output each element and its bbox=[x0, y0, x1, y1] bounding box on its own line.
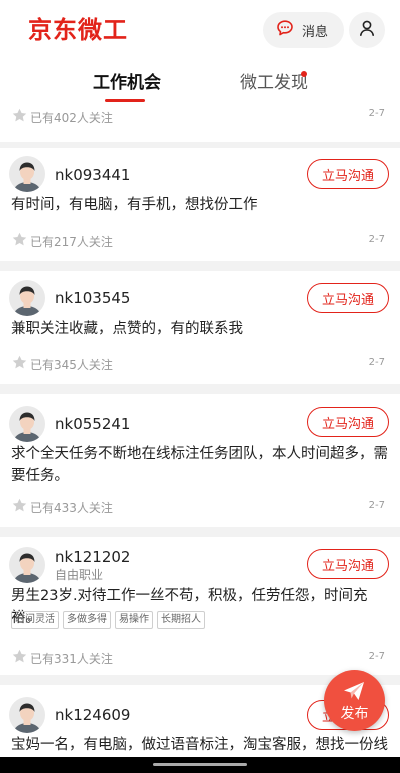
post-card: nk121202 自由职业 立马沟通 男生23岁.对待工作一丝不苟，积极，任劳任… bbox=[0, 537, 400, 675]
top-header: 京东微工 消息 bbox=[0, 0, 400, 60]
app-root: 京东微工 消息 工作机会 微工发现 已有402人关注 2-7 nk093441 … bbox=[0, 0, 400, 773]
avatar-icon bbox=[9, 547, 45, 583]
tag: 时间灵活 bbox=[11, 611, 59, 629]
follow-count[interactable]: 已有345人关注 bbox=[11, 354, 113, 375]
star-icon bbox=[11, 107, 28, 128]
user-icon bbox=[358, 19, 376, 41]
tag-list: 时间灵活 多做多得 易操作 长期招人 bbox=[11, 611, 209, 629]
post-date: 2-7 bbox=[368, 357, 385, 368]
post-date: 2-7 bbox=[368, 651, 385, 662]
system-nav-bar bbox=[0, 757, 400, 773]
avatar-icon bbox=[9, 697, 45, 733]
follow-count[interactable]: 已有217人关注 bbox=[11, 231, 113, 252]
star-icon bbox=[11, 231, 28, 252]
star-icon bbox=[11, 648, 28, 669]
message-label: 消息 bbox=[302, 24, 329, 40]
list-item: 已有402人关注 2-7 bbox=[0, 106, 400, 142]
star-icon bbox=[11, 354, 28, 375]
follow-count[interactable]: 已有331人关注 bbox=[11, 648, 113, 669]
post-card: nk093441 立马沟通 有时间，有电脑，有手机，想找份工作 已有217人关注… bbox=[0, 148, 400, 261]
post-date: 2-7 bbox=[368, 108, 385, 119]
publish-fab-button[interactable]: 发布 bbox=[324, 670, 385, 731]
user-occupation: 自由职业 bbox=[55, 568, 104, 582]
chat-bubble-icon bbox=[276, 19, 294, 41]
notification-dot bbox=[301, 71, 307, 77]
contact-button[interactable]: 立马沟通 bbox=[307, 407, 389, 437]
contact-button[interactable]: 立马沟通 bbox=[307, 549, 389, 579]
active-tab-indicator bbox=[105, 99, 145, 102]
follow-count[interactable]: 已有433人关注 bbox=[11, 497, 113, 518]
username: nk093441 bbox=[55, 166, 131, 184]
tab-bar: 工作机会 微工发现 bbox=[0, 60, 400, 106]
username: nk121202 bbox=[55, 548, 131, 566]
message-button[interactable]: 消息 bbox=[263, 12, 344, 48]
avatar-icon bbox=[9, 280, 45, 316]
tag: 多做多得 bbox=[63, 611, 111, 629]
username: nk055241 bbox=[55, 415, 131, 433]
contact-button[interactable]: 立马沟通 bbox=[307, 159, 389, 189]
star-icon bbox=[11, 497, 28, 518]
post-description: 宝妈一名，有电脑，做过语音标注，淘宝客服，想找一份线 bbox=[11, 737, 388, 753]
username: nk103545 bbox=[55, 289, 131, 307]
tag: 长期招人 bbox=[157, 611, 205, 629]
home-indicator[interactable] bbox=[153, 763, 247, 766]
username: nk124609 bbox=[55, 706, 131, 724]
contact-button[interactable]: 立马沟通 bbox=[307, 283, 389, 313]
avatar-icon bbox=[9, 156, 45, 192]
user-button[interactable] bbox=[349, 12, 385, 48]
post-card: nk103545 立马沟通 兼职关注收藏，点赞的，有的联系我 已有345人关注 … bbox=[0, 271, 400, 384]
tab-job-opportunities[interactable]: 工作机会 bbox=[93, 72, 161, 94]
post-date: 2-7 bbox=[368, 500, 385, 511]
post-description: 兼职关注收藏，点赞的，有的联系我 bbox=[11, 321, 243, 337]
publish-label: 发布 bbox=[340, 706, 369, 722]
post-description: 求个全天任务不断地在线标注任务团队，本人时间超多，需要任务。 bbox=[11, 446, 388, 484]
tab-discover[interactable]: 微工发现 bbox=[240, 72, 308, 94]
app-logo: 京东微工 bbox=[28, 16, 128, 44]
tag: 易操作 bbox=[115, 611, 153, 629]
post-date: 2-7 bbox=[368, 234, 385, 245]
post-description: 有时间，有电脑，有手机，想找份工作 bbox=[11, 197, 258, 213]
avatar-icon bbox=[9, 406, 45, 442]
post-card: nk055241 立马沟通 求个全天任务不断地在线标注任务团队，本人时间超多，需… bbox=[0, 394, 400, 527]
follow-count[interactable]: 已有402人关注 bbox=[11, 107, 113, 128]
